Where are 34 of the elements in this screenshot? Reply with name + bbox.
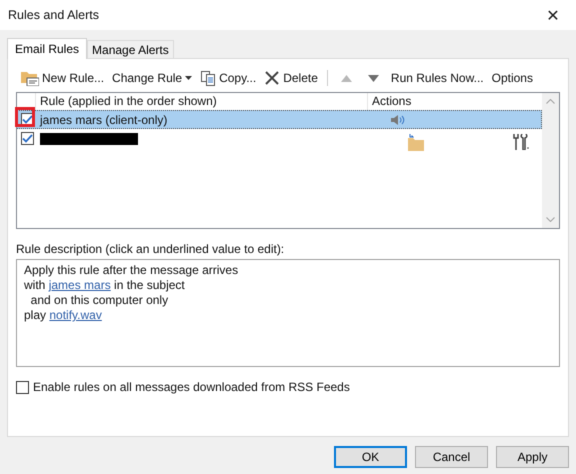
copy-icon <box>200 70 216 86</box>
dialog-button[interactable]: Cancel <box>415 446 488 468</box>
checkbox[interactable] <box>20 132 34 145</box>
checkbox[interactable] <box>16 380 29 394</box>
folder-icon <box>408 132 424 150</box>
folder-icon <box>21 70 39 86</box>
triangle-down-icon <box>368 74 379 82</box>
copy-button[interactable]: Copy... <box>197 68 260 88</box>
description-line: Apply this rule after the message arrives <box>24 263 240 278</box>
dialog-button[interactable]: OK <box>334 446 407 468</box>
window-title: Rules and Alerts <box>8 8 100 22</box>
description-line: play notify.wav <box>24 308 103 323</box>
rule-row[interactable]: james mars (client-only) <box>17 110 542 129</box>
close-button[interactable]: ✕ <box>530 0 576 30</box>
value-link[interactable]: james mars <box>48 278 111 292</box>
value-link[interactable]: notify.wav <box>49 308 102 322</box>
description-line: and on this computer only <box>30 293 170 308</box>
speaker-icon <box>390 114 406 126</box>
run-rules-button[interactable]: Run Rules Now... <box>388 68 487 88</box>
tab[interactable]: Manage Alerts <box>87 40 174 58</box>
triangle-up-icon <box>340 74 352 82</box>
section-label: Rule description (click an underlined value to edit): <box>16 242 286 256</box>
dialog-button[interactable]: Apply <box>496 446 569 468</box>
options-button[interactable]: Options <box>488 68 536 88</box>
rule-name: james mars (client-only) <box>40 112 168 126</box>
change-rule-button[interactable]: Change Rule <box>109 68 196 88</box>
tab[interactable]: Email Rules <box>7 38 88 59</box>
delete-button[interactable]: Delete <box>261 68 321 88</box>
tools-icon <box>512 134 530 150</box>
checkbox-label: Enable rules on all messages downloaded from RSS Feeds <box>33 380 350 394</box>
description-line: with james mars in the subject <box>24 278 186 293</box>
delete-icon <box>264 70 280 86</box>
caret-icon <box>185 76 192 80</box>
new-rule-button[interactable]: New Rule... <box>18 68 108 88</box>
